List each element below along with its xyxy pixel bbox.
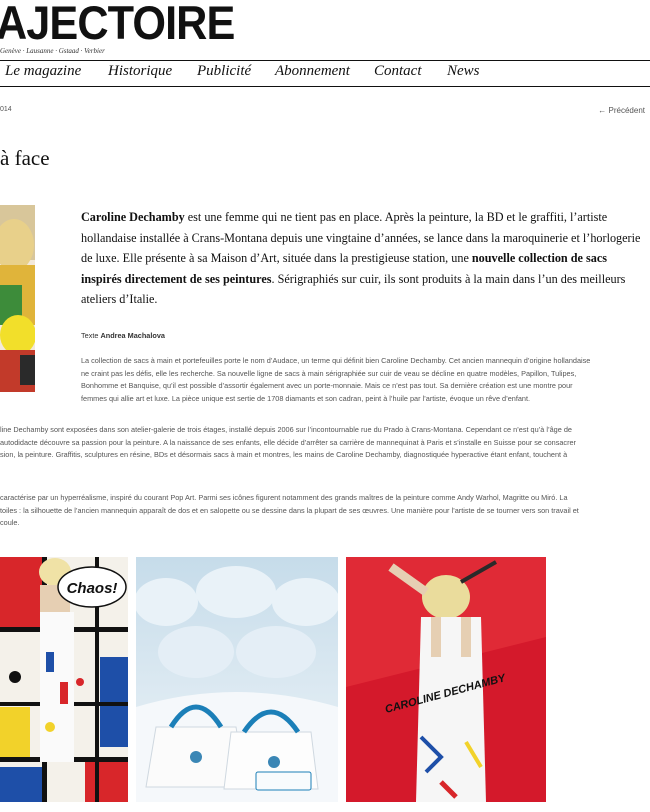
paragraph-line: Bonhomme et Banquise, qu’il est possible…	[81, 381, 573, 391]
nav-item-contact[interactable]: Contact	[374, 63, 422, 80]
paragraph-line: ne craint pas les défis, elle les recher…	[81, 368, 577, 378]
paragraph-line: autodidacte découvre sa passion pour la …	[0, 437, 576, 447]
site-tagline: Genève · Lausanne · Gstaad · Verbier	[0, 47, 105, 55]
nav-item-historique[interactable]: Historique	[108, 63, 172, 80]
nav-item-news[interactable]: News	[447, 63, 480, 80]
hero-image	[0, 205, 35, 392]
paragraph-line: La collection de sacs à main et portefeu…	[81, 356, 591, 365]
article-date: 014	[0, 106, 12, 113]
credit-author: Andrea Machalova	[100, 331, 165, 340]
nav-item-le-magazine[interactable]: Le magazine	[5, 63, 81, 80]
article-credit: Texte Andrea Machalova	[81, 331, 165, 340]
article-paragraph-2: line Dechamby sont exposées dans son ate…	[0, 424, 650, 462]
article-title: à face	[0, 146, 50, 170]
gallery-image-mondrian[interactable]: Chaos!	[0, 557, 128, 802]
gallery-image-bags[interactable]	[136, 557, 338, 802]
gallery-image-red-wall[interactable]: CAROLINE DECHAMBY	[346, 557, 546, 802]
paragraph-line: caractérise par un hyperréalisme, inspir…	[0, 493, 568, 502]
paragraph-line: coule.	[0, 518, 20, 528]
speech-bubble-text: Chaos!	[67, 580, 118, 597]
nav-top-divider	[0, 60, 650, 61]
paragraph-line: femmes qui allie art et luxe. La pièce u…	[81, 393, 531, 403]
article-paragraph-1: La collection de sacs à main et portefeu…	[81, 355, 650, 405]
lead-artist-name: Caroline Dechamby	[81, 210, 185, 224]
paragraph-line: sion, la peinture. Graffitis, sculptures…	[0, 450, 568, 460]
nav-item-abonnement[interactable]: Abonnement	[275, 63, 350, 80]
site-logo[interactable]: AJECTOIRE	[0, 0, 235, 48]
paragraph-line: toiles : la silhouette de l’ancien manne…	[0, 505, 579, 515]
paragraph-line: line Dechamby sont exposées dans son ate…	[0, 425, 572, 434]
credit-prefix: Texte	[81, 331, 101, 340]
article-lead: Caroline Dechamby est une femme qui ne t…	[81, 207, 646, 310]
nav-item-publicite[interactable]: Publicité	[197, 63, 251, 80]
previous-link[interactable]: ← Précédent	[598, 106, 645, 115]
article-paragraph-3: caractérise par un hyperréalisme, inspir…	[0, 492, 650, 530]
nav-bottom-divider	[0, 86, 650, 87]
